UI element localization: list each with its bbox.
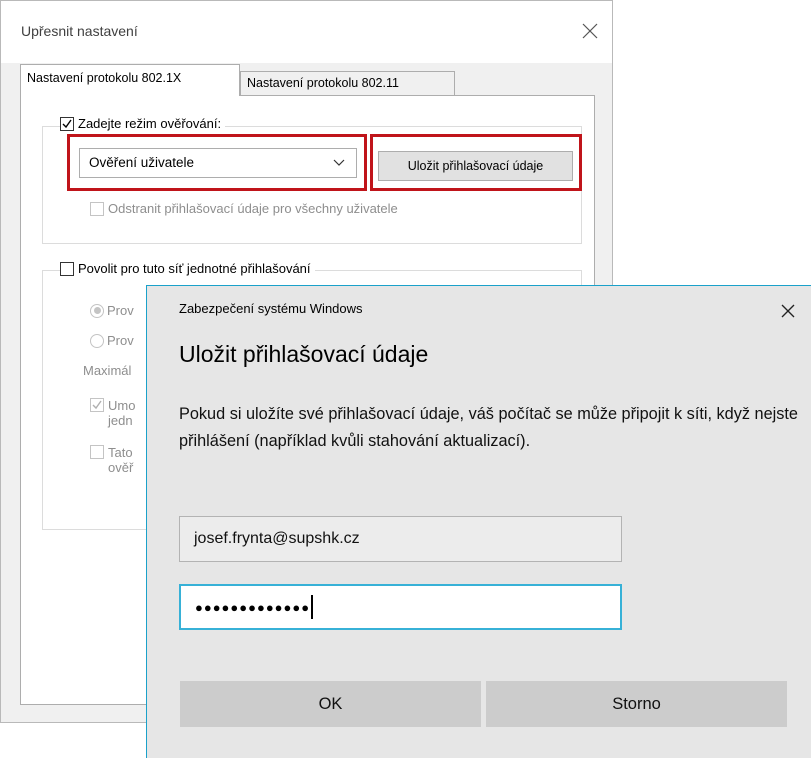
max-delay-label: Maximál <box>83 363 131 378</box>
tab-label: Nastavení protokolu 802.11 <box>247 76 399 90</box>
sso-check-1-line1: Umo <box>108 398 136 413</box>
radio-icon <box>90 333 104 348</box>
tab-label: Nastavení protokolu 802.1X <box>27 71 182 85</box>
sso-check-1-box <box>90 398 104 412</box>
checkmark-icon <box>62 119 72 128</box>
sso-check-2-line1: Tato <box>108 445 133 460</box>
dialog-heading: Uložit přihlašovací údaje <box>179 341 429 367</box>
max-label-text: Maximál <box>83 363 132 378</box>
auth-mode-label: Zadejte režim ověřování: <box>78 116 222 131</box>
tab-8021x[interactable]: Nastavení protokolu 802.1X <box>20 64 240 96</box>
title-bar: Upřesnit nastavení <box>1 1 612 63</box>
remove-credentials-checkbox <box>90 201 104 216</box>
cancel-button[interactable]: Storno <box>486 681 787 727</box>
sso-check-2: Tato ověř <box>90 445 133 475</box>
password-mask: ●●●●●●●●●●●●● <box>195 599 311 615</box>
auth-mode-checkbox[interactable] <box>60 116 74 131</box>
radio-selected-icon <box>90 303 104 318</box>
highlight-box-button <box>370 134 582 191</box>
sso-radio-2: Prov <box>90 333 134 348</box>
remove-credentials-label: Odstranit přihlašovací údaje pro všechny… <box>108 201 398 216</box>
highlight-box-select <box>67 134 367 191</box>
close-icon[interactable] <box>577 18 603 44</box>
ok-button[interactable]: OK <box>180 681 481 727</box>
tab-80211[interactable]: Nastavení protokolu 802.11 <box>240 71 455 96</box>
remove-credentials-row: Odstranit přihlašovací údaje pro všechny… <box>90 201 398 216</box>
checkmark-icon <box>92 400 102 410</box>
app-name: Zabezpečení systému Windows <box>179 301 363 316</box>
dialog-message: Pokud si uložíte své přihlašovací údaje,… <box>179 405 798 450</box>
sso-check-2-box <box>90 445 104 459</box>
username-field[interactable]: josef.frynta@supshk.cz <box>179 516 622 562</box>
close-icon[interactable] <box>777 300 799 322</box>
windows-security-dialog: Zabezpečení systému Windows Uložit přihl… <box>146 285 811 758</box>
sso-check-1-line2: jedn <box>108 413 133 428</box>
sso-checkbox[interactable] <box>60 261 74 276</box>
sso-check-1: Umo jedn <box>90 398 135 428</box>
sso-radio-1: Prov <box>90 303 134 318</box>
radio-label: Prov <box>107 333 134 348</box>
radio-label: Prov <box>107 303 134 318</box>
sso-check-2-line2: ověř <box>108 460 134 475</box>
dialog-title: Upřesnit nastavení <box>21 23 138 39</box>
auth-mode-checkbox-row[interactable]: Zadejte režim ověřování: <box>60 116 226 131</box>
sso-checkbox-row[interactable]: Povolit pro tuto síť jednotné přihlašová… <box>60 261 315 276</box>
text-caret <box>311 595 314 619</box>
password-field[interactable]: ●●●●●●●●●●●●● <box>179 584 622 630</box>
sso-label: Povolit pro tuto síť jednotné přihlašová… <box>78 261 311 276</box>
